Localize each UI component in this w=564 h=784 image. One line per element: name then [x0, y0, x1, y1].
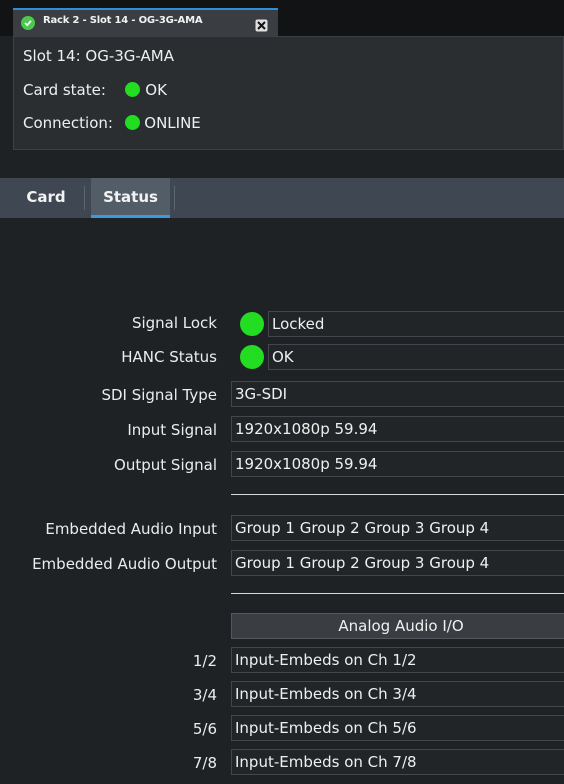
close-icon[interactable]: [255, 17, 268, 32]
analog-row-label: 3/4: [192, 686, 217, 704]
analog-row-value: Input-Embeds on Ch 3/4: [231, 681, 564, 707]
sdi-signal-type-label: SDI Signal Type: [101, 386, 217, 404]
status-panel: Signal Lock Locked HANC Status OK SDI Si…: [0, 218, 564, 784]
tab-card[interactable]: Card: [13, 178, 79, 218]
card-state-indicator: [125, 82, 141, 97]
tab-divider: [174, 186, 175, 210]
hanc-status-label: HANC Status: [121, 348, 217, 366]
slot-title: Slot 14: OG-3G-AMA: [23, 47, 174, 65]
divider: [231, 494, 564, 495]
embedded-audio-input-label: Embedded Audio Input: [45, 520, 217, 538]
hanc-status-value: OK: [268, 344, 564, 370]
window-tab-bar: Rack 2 - Slot 14 - OG-3G-AMA: [0, 0, 564, 36]
connection-value: ONLINE: [144, 114, 201, 132]
card-info-panel: Slot 14: OG-3G-AMA Card state: OK Connec…: [13, 36, 564, 150]
output-signal-value: 1920x1080p 59.94: [231, 451, 564, 477]
check-circle-icon: [21, 16, 35, 30]
analog-row-label: 1/2: [192, 652, 217, 670]
divider: [231, 593, 564, 594]
embedded-audio-output-value: Group 1 Group 2 Group 3 Group 4: [231, 550, 564, 576]
input-signal-value: 1920x1080p 59.94: [231, 416, 564, 442]
document-tab-title: Rack 2 - Slot 14 - OG-3G-AMA: [43, 15, 203, 26]
analog-row-label: 7/8: [192, 754, 217, 772]
connection-label: Connection:: [23, 114, 113, 132]
tab-divider: [84, 186, 85, 210]
analog-row-label: 5/6: [192, 720, 217, 738]
card-state-row: Card state: OK: [23, 81, 167, 99]
tab-status[interactable]: Status: [91, 178, 170, 218]
card-state-value: OK: [145, 81, 167, 99]
analog-row-value: Input-Embeds on Ch 1/2: [231, 647, 564, 673]
document-tab[interactable]: Rack 2 - Slot 14 - OG-3G-AMA: [13, 8, 278, 36]
embedded-audio-input-value: Group 1 Group 2 Group 3 Group 4: [231, 515, 564, 541]
embedded-audio-output-label: Embedded Audio Output: [32, 555, 217, 573]
analog-row-value: Input-Embeds on Ch 7/8: [231, 749, 564, 775]
analog-audio-header: Analog Audio I/O: [231, 613, 564, 639]
signal-lock-label: Signal Lock: [131, 314, 217, 332]
card-tabs: Card Status: [0, 178, 564, 218]
connection-indicator: [124, 115, 140, 130]
connection-row: Connection: ONLINE: [23, 114, 201, 132]
input-signal-label: Input Signal: [127, 421, 217, 439]
card-state-label: Card state:: [23, 81, 106, 99]
signal-lock-value: Locked: [268, 311, 564, 337]
analog-row-value: Input-Embeds on Ch 5/6: [231, 715, 564, 741]
hanc-status-indicator: [240, 345, 264, 369]
signal-lock-indicator: [240, 312, 264, 336]
output-signal-label: Output Signal: [114, 456, 217, 474]
sdi-signal-type-value: 3G-SDI: [231, 381, 564, 407]
